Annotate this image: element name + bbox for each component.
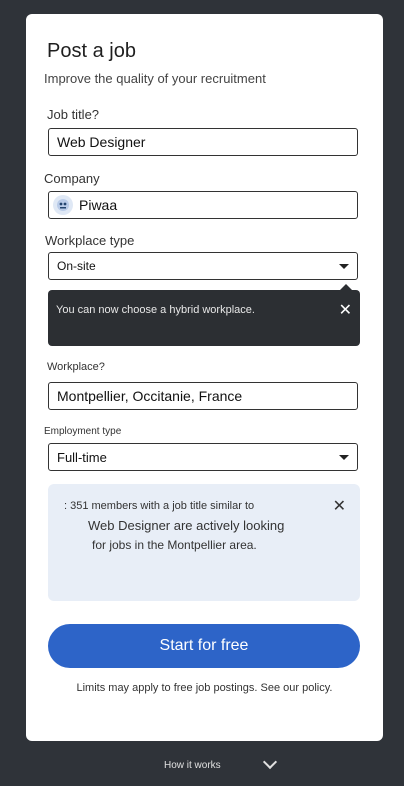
close-icon[interactable]: ✕ (333, 496, 346, 516)
workplace-field[interactable]: Montpellier, Occitanie, France (48, 382, 358, 410)
company-value: Piwaa (79, 197, 118, 213)
info-line-2: Web Designer are actively looking (88, 518, 285, 533)
company-field[interactable]: Piwaa (48, 191, 358, 219)
workplace-label: Workplace? (47, 361, 105, 373)
workplace-type-label: Workplace type (45, 233, 135, 248)
info-line-1: : 351 members with a job title similar t… (64, 500, 255, 512)
employment-type-label: Employment type (44, 426, 122, 437)
employment-type-value: Full-time (57, 449, 107, 465)
job-title-label: Job title? (47, 107, 100, 122)
hybrid-workplace-tooltip: You can now choose a hybrid workplace. ✕ (48, 284, 360, 346)
tooltip-text: You can now choose a hybrid workplace. (56, 304, 255, 316)
how-it-works-link[interactable]: How it works (164, 760, 221, 771)
job-title-field[interactable]: Web Designer (48, 128, 358, 156)
company-logo-icon (53, 195, 73, 215)
post-job-card: Post a job Improve the quality of your r… (26, 14, 383, 741)
employment-type-select[interactable]: Full-time (48, 443, 358, 471)
company-label: Company (44, 171, 100, 186)
page-title: Post a job (47, 40, 136, 62)
close-icon[interactable]: ✕ (339, 300, 352, 320)
job-title-value: Web Designer (57, 134, 146, 150)
workplace-type-select[interactable]: On-site (48, 252, 358, 280)
info-line-3: for jobs in the Montpellier area. (92, 538, 257, 552)
chevron-down-icon[interactable] (262, 754, 278, 770)
workplace-value: Montpellier, Occitanie, France (57, 388, 243, 404)
chevron-down-icon (339, 264, 349, 269)
members-info-box: : 351 members with a job title similar t… (48, 484, 360, 601)
chevron-down-icon (339, 455, 349, 460)
start-for-free-label: Start for free (159, 637, 249, 654)
limits-note: Limits may apply to free job postings. S… (76, 682, 333, 694)
start-for-free-button[interactable]: Start for free (48, 624, 360, 668)
tooltip-arrow (340, 284, 352, 290)
workplace-type-value: On-site (57, 259, 96, 273)
page-subtitle: Improve the quality of your recruitment (44, 71, 266, 86)
